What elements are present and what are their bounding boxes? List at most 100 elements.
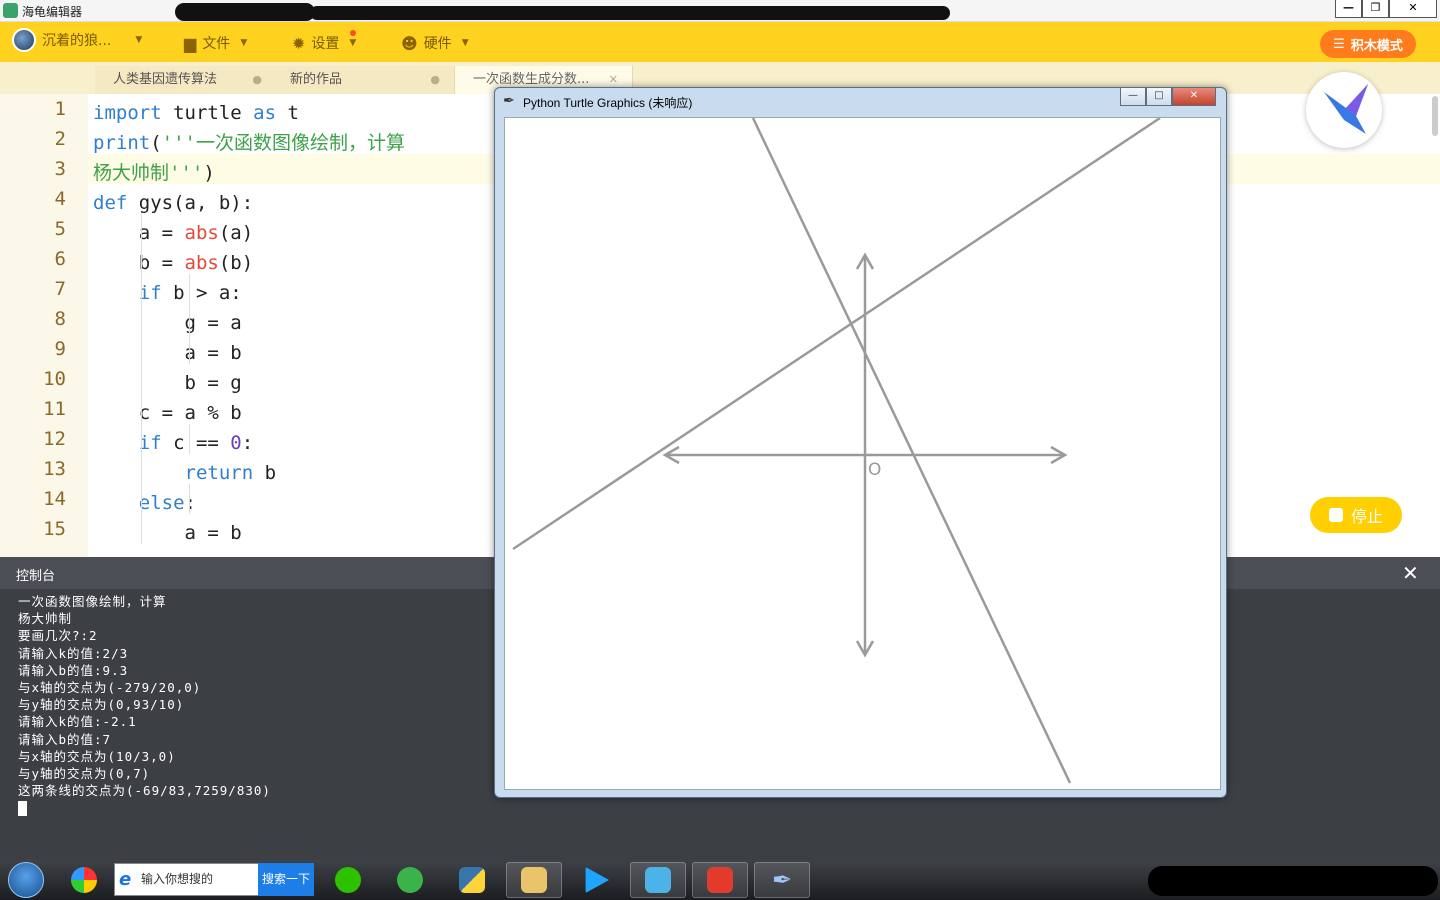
line-number-gutter: 1 2 3 4 5 6 7 8 9 10 11 12 13 14 15 — [0, 94, 88, 557]
chevron-down-icon: ▼ — [135, 35, 143, 45]
code-line[interactable]: def gys(a, b): — [93, 188, 253, 218]
taskbar-app-turtle-editor[interactable] — [630, 862, 686, 898]
taskbar-app-refresh[interactable] — [382, 862, 438, 898]
line-number: 6 — [54, 248, 66, 270]
taskbar-app-player[interactable] — [568, 862, 624, 898]
taskbar-app-360[interactable] — [56, 862, 112, 898]
taskbar-search-input[interactable]: e 输入你想搜的 — [114, 863, 259, 896]
turtle-maximize-button[interactable]: □ — [1146, 88, 1172, 106]
tab-human-gene[interactable]: 人类基因遗传算法 ● — [95, 66, 277, 94]
turtle-close-button[interactable]: ✕ — [1172, 88, 1216, 106]
close-button[interactable]: ✕ — [1389, 0, 1437, 18]
taskbar: e 输入你想搜的 搜索一下 ✒ — [0, 860, 1440, 900]
line-number: 13 — [43, 458, 66, 480]
tab-new-work[interactable]: 新的作品 ● — [272, 66, 455, 94]
code-token: (b) — [218, 252, 254, 274]
redaction-mark — [175, 3, 315, 21]
file-menu-label: 文件 — [202, 36, 231, 52]
code-token: t — [276, 102, 299, 124]
refresh-icon — [397, 867, 423, 893]
console-cursor[interactable] — [18, 801, 27, 816]
code-line[interactable]: b = g — [93, 368, 242, 398]
maximize-button[interactable]: ❐ — [1362, 0, 1389, 18]
function-line-1 — [512, 116, 1161, 551]
code-line[interactable]: else: — [93, 488, 196, 518]
code-token: '''一次函数图像绘制，计算 — [161, 132, 405, 154]
console-close-icon[interactable]: ✕ — [1402, 561, 1419, 585]
user-menu[interactable]: 沉着的狼... ▼ — [12, 28, 143, 52]
code-line[interactable]: import turtle as t — [93, 98, 299, 128]
console-line: 这两条线的交点为(-69/83,7259/830) — [18, 783, 271, 799]
code-line[interactable]: if c == 0: — [93, 428, 253, 458]
code-token: a = b — [93, 342, 242, 364]
code-line[interactable]: g = a — [93, 308, 242, 338]
indent-guide — [189, 424, 190, 454]
code-line[interactable]: print('''一次函数图像绘制，计算 — [93, 128, 405, 158]
code-line[interactable]: c = a % b — [93, 398, 242, 428]
app-icon — [3, 3, 18, 18]
blocks-icon: ☰ — [1333, 36, 1345, 52]
code-token: turtle — [161, 102, 254, 124]
settings-menu[interactable]: ✹ 设置 ▼ — [292, 30, 357, 54]
code-line[interactable]: b = abs(b) — [93, 248, 253, 278]
redaction-mark — [1148, 866, 1438, 896]
taskbar-app-game[interactable] — [692, 862, 748, 898]
file-menu[interactable]: ▆ 文件 ▼ — [184, 32, 247, 54]
settings-menu-label: 设置 — [311, 36, 340, 52]
search-placeholder: 输入你想搜的 — [141, 872, 214, 886]
code-line[interactable]: a = b — [93, 518, 242, 548]
taskbar-app-wechat[interactable] — [320, 862, 376, 898]
start-button[interactable] — [8, 862, 44, 898]
taskbar-search-button[interactable]: 搜索一下 — [258, 863, 314, 896]
tab-close-icon[interactable]: ● — [430, 66, 440, 94]
blocks-mode-button[interactable]: ☰ 积木模式 — [1320, 30, 1416, 58]
taskbar-app-python-turtle[interactable]: ✒ — [754, 862, 810, 898]
notification-dot — [350, 30, 356, 36]
minimize-button[interactable]: — — [1335, 0, 1362, 18]
feather-icon: ✒ — [771, 866, 793, 894]
line-number: 8 — [54, 308, 66, 330]
console-line: 杨大帅制 — [18, 611, 73, 627]
turtle-editor-icon — [645, 867, 671, 893]
indent-guide — [189, 274, 190, 364]
code-line[interactable]: a = abs(a) — [93, 218, 253, 248]
turtle-minimize-button[interactable]: — — [1120, 88, 1146, 106]
blocks-mode-label: 积木模式 — [1350, 38, 1403, 54]
code-line[interactable]: return b — [93, 458, 277, 488]
mascot-bird-icon[interactable] — [1306, 72, 1382, 148]
console-line: 一次函数图像绘制，计算 — [18, 594, 167, 609]
window-title: 海龟编辑器 — [22, 5, 83, 19]
code-token: a = b — [93, 522, 242, 544]
line-number: 9 — [54, 338, 66, 360]
code-token: ( — [150, 132, 162, 154]
editor-scrollbar[interactable] — [1432, 96, 1438, 136]
chevron-down-icon: ▼ — [349, 38, 357, 48]
tab-close-icon[interactable]: ● — [252, 66, 262, 94]
console-line: 请输入b的值:9.3 — [18, 662, 129, 678]
code-line[interactable]: 杨大帅制''') — [93, 158, 215, 188]
stop-button[interactable]: 停止 — [1310, 497, 1402, 533]
play-icon — [585, 867, 609, 893]
python-icon — [459, 867, 485, 893]
line-number: 4 — [54, 188, 66, 210]
folder-icon — [521, 867, 547, 893]
main-toolbar: 沉着的狼... ▼ ▆ 文件 ▼ ✹ 设置 ▼ ☻ 硬件 ▼ ☰ 积木模式 — [0, 22, 1440, 62]
turtle-canvas[interactable]: O — [504, 116, 1221, 790]
code-line[interactable]: a = b — [93, 338, 242, 368]
chevron-down-icon: ▼ — [461, 38, 469, 48]
console-line: 与x轴的交点为(10/3,0) — [18, 748, 176, 764]
taskbar-app-python[interactable] — [444, 862, 500, 898]
hardware-menu[interactable]: ☻ 硬件 ▼ — [401, 32, 469, 54]
turtle-graphics-window[interactable]: ✒ Python Turtle Graphics (未响应) — □ ✕ O — [494, 87, 1227, 798]
code-token: (a) — [218, 222, 254, 244]
console-line: 请输入k的值:2/3 — [18, 645, 129, 661]
taskbar-app-explorer[interactable] — [506, 862, 562, 898]
title-bar: 海龟编辑器 — ❐ ✕ — [0, 0, 1440, 22]
tab-label: 新的作品 — [290, 72, 343, 87]
console-line: 请输入b的值:7 — [18, 731, 112, 747]
code-line[interactable]: if b > a: — [93, 278, 242, 308]
robot-icon: ☻ — [401, 33, 418, 53]
console-line: 要画几次?:2 — [18, 628, 98, 644]
indent-guide — [141, 214, 142, 544]
chevron-down-icon: ▼ — [240, 38, 248, 48]
